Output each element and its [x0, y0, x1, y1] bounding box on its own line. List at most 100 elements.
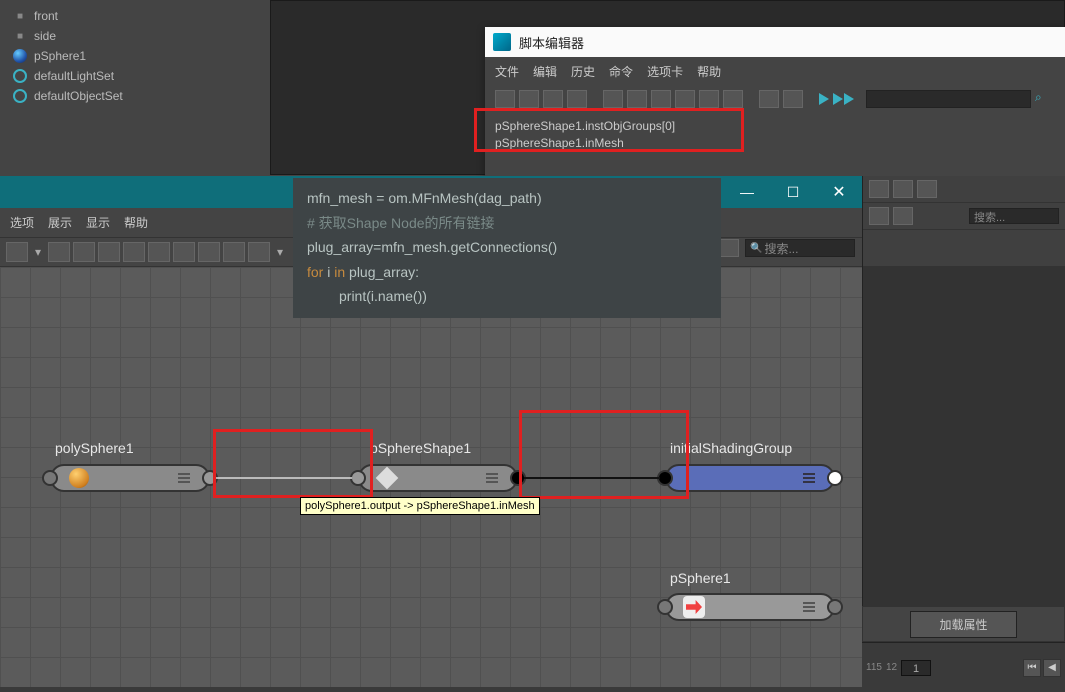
toolbar-button[interactable]	[675, 90, 695, 108]
menu-show[interactable]: 显示	[86, 214, 110, 231]
toolbar-icon[interactable]	[917, 180, 937, 198]
code-line-comment: # 获取Shape Node的所有链接	[307, 211, 707, 236]
menu-display[interactable]: 展示	[48, 214, 72, 231]
toolbar-button[interactable]	[627, 90, 647, 108]
node-input-port[interactable]	[657, 599, 673, 615]
node-output-port[interactable]	[202, 470, 218, 486]
toolbar-icon[interactable]	[719, 239, 739, 257]
script-editor-toolbar: ⌕	[485, 86, 1065, 112]
playback-start-button[interactable]: ⏮	[1023, 659, 1041, 677]
node-psphereshape1[interactable]	[358, 464, 518, 492]
sphere-icon	[12, 48, 28, 64]
set-icon	[12, 68, 28, 84]
maya-logo-icon	[493, 33, 511, 51]
node-search-input[interactable]: 搜索...	[745, 239, 855, 257]
menu-options[interactable]: 选项	[10, 214, 34, 231]
shading-group-icon	[683, 467, 705, 489]
toolbar-button[interactable]	[543, 90, 563, 108]
poly-sphere-icon	[68, 467, 90, 489]
outliner-item-side[interactable]: side	[0, 26, 270, 46]
node-initialshadinggroup[interactable]	[665, 464, 835, 492]
close-button[interactable]: ✕	[816, 176, 862, 208]
toolbar-icon[interactable]	[198, 242, 220, 262]
outliner-label: front	[34, 9, 58, 23]
connection-tooltip: polySphere1.output -> pSphereShape1.inMe…	[300, 497, 540, 515]
script-editor-title: 脚本编辑器	[519, 33, 584, 52]
dropdown-icon[interactable]: ▾	[273, 245, 287, 259]
toolbar-icon[interactable]	[248, 242, 270, 262]
outliner-item-lightset[interactable]: defaultLightSet	[0, 66, 270, 86]
current-frame-input[interactable]: 1	[901, 660, 931, 676]
run-icon[interactable]	[819, 93, 829, 105]
load-attributes-button[interactable]: 加载属性	[910, 611, 1016, 638]
search-icon[interactable]: ⌕	[1035, 90, 1055, 108]
script-output[interactable]: pSphereShape1.instObjGroups[0] pSphereSh…	[485, 112, 1065, 158]
toolbar-icon[interactable]	[893, 207, 913, 225]
menu-file[interactable]: 文件	[495, 63, 519, 80]
toolbar-icon[interactable]	[123, 242, 145, 262]
script-editor-titlebar[interactable]: 脚本编辑器	[485, 27, 1065, 57]
camera-icon	[12, 28, 28, 44]
right-search-input[interactable]: 搜索...	[969, 208, 1059, 224]
outliner-item-psphere1[interactable]: pSphere1	[0, 46, 270, 66]
toolbar-button[interactable]	[759, 90, 779, 108]
toolbar-icon[interactable]	[869, 180, 889, 198]
transform-icon	[683, 596, 705, 618]
dropdown-icon[interactable]: ▾	[31, 245, 45, 259]
node-output-port[interactable]	[827, 470, 843, 486]
outliner-item-objectset[interactable]: defaultObjectSet	[0, 86, 270, 106]
node-label: polySphere1	[55, 440, 134, 456]
toolbar-button[interactable]	[567, 90, 587, 108]
toolbar-icon[interactable]	[893, 180, 913, 198]
node-polysphere1[interactable]	[50, 464, 210, 492]
minimize-button[interactable]: —	[724, 176, 770, 208]
toolbar-icon[interactable]	[48, 242, 70, 262]
toolbar-button[interactable]	[519, 90, 539, 108]
menu-edit[interactable]: 编辑	[533, 63, 557, 80]
toolbar-icon[interactable]	[869, 207, 889, 225]
maximize-button[interactable]: ☐	[770, 176, 816, 208]
menu-help[interactable]: 帮助	[697, 63, 721, 80]
menu-tabs[interactable]: 选项卡	[647, 63, 683, 80]
toolbar-icon[interactable]	[148, 242, 170, 262]
toolbar-button[interactable]	[699, 90, 719, 108]
menu-help[interactable]: 帮助	[124, 214, 148, 231]
output-line: pSphereShape1.instObjGroups[0]	[495, 118, 1055, 135]
code-line: mfn_mesh = om.MFnMesh(dag_path)	[307, 186, 707, 211]
load-attributes-panel: 加载属性	[862, 606, 1065, 642]
outliner-item-front[interactable]: front	[0, 6, 270, 26]
toolbar-button[interactable]	[603, 90, 623, 108]
outliner-label: defaultObjectSet	[34, 89, 123, 103]
toolbar-icon[interactable]	[173, 242, 195, 262]
node-input-port[interactable]	[42, 470, 58, 486]
toolbar-button[interactable]	[651, 90, 671, 108]
toolbar-icon[interactable]	[223, 242, 245, 262]
toolbar-button[interactable]	[495, 90, 515, 108]
mesh-shape-icon	[376, 467, 398, 489]
toolbar-button[interactable]	[723, 90, 743, 108]
menu-history[interactable]: 历史	[571, 63, 595, 80]
node-output-port[interactable]	[510, 470, 526, 486]
node-output-port[interactable]	[827, 599, 843, 615]
code-tooltip: mfn_mesh = om.MFnMesh(dag_path) # 获取Shap…	[293, 178, 721, 318]
toolbar-button[interactable]	[783, 90, 803, 108]
outliner-label: side	[34, 29, 56, 43]
menu-command[interactable]: 命令	[609, 63, 633, 80]
script-search-input[interactable]	[866, 90, 1031, 108]
outliner: front side pSphere1 defaultLightSet defa…	[0, 0, 270, 175]
node-psphere1-transform[interactable]	[665, 593, 835, 621]
playback-prev-button[interactable]: ◀	[1043, 659, 1061, 677]
node-label: pSphere1	[670, 570, 731, 586]
outliner-label: pSphere1	[34, 49, 86, 63]
node-label: initialShadingGroup	[670, 440, 792, 456]
toolbar-icon[interactable]	[73, 242, 95, 262]
attribute-panel[interactable]	[862, 266, 1065, 606]
run-all-icon[interactable]	[833, 93, 854, 105]
right-panel-toolbar: 搜索...	[862, 176, 1065, 266]
toolbar-icon[interactable]	[6, 242, 28, 262]
node-input-port[interactable]	[350, 470, 366, 486]
node-input-port[interactable]	[657, 470, 673, 486]
outliner-label: defaultLightSet	[34, 69, 114, 83]
camera-icon	[12, 8, 28, 24]
toolbar-icon[interactable]	[98, 242, 120, 262]
